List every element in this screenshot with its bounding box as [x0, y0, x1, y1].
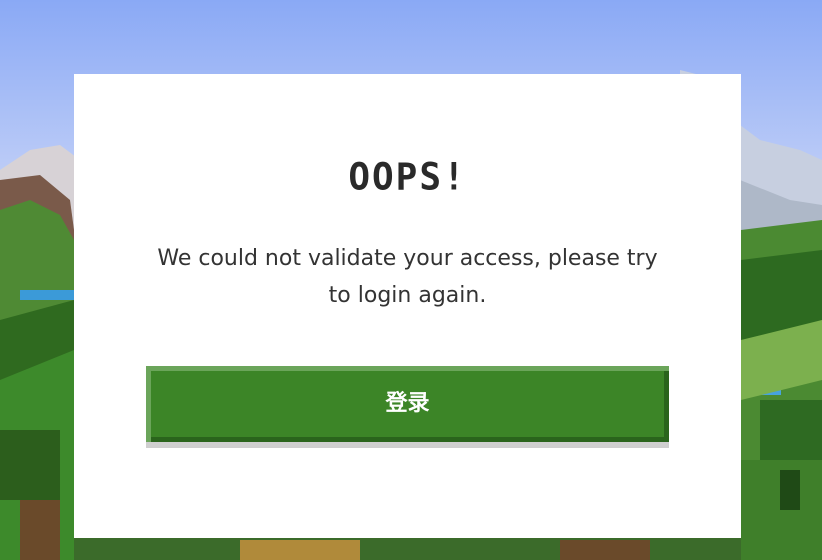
login-button-container: 登录 — [146, 366, 669, 448]
login-button-shadow — [146, 442, 669, 448]
page-background: OOPS! We could not validate your access,… — [0, 0, 822, 560]
error-message: We could not validate your access, pleas… — [157, 246, 658, 308]
login-button[interactable]: 登录 — [146, 366, 669, 442]
error-dialog: OOPS! We could not validate your access,… — [74, 74, 741, 538]
dialog-title: OOPS! — [348, 155, 467, 199]
